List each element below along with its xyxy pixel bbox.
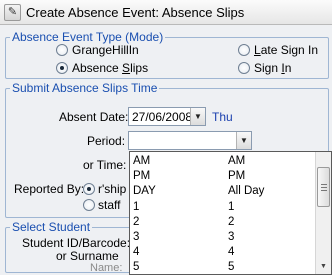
radio-grangehillin-label: GrangeHillIn [72,43,139,57]
radio-reported-staff[interactable] [83,199,95,211]
period-option[interactable]: AM AM [130,154,316,169]
period-option-code: 1 [133,200,140,213]
radio-late-sign-in[interactable] [238,44,250,56]
student-id-label-line2: or Surname [56,249,119,263]
period-option-code: 2 [133,215,140,228]
or-time-label: or Time: [83,158,127,172]
radio-reported-staff-label: staff [98,198,121,212]
radio-late-sign-in-label: Late Sign In [254,43,319,57]
period-option-description: 4 [228,246,235,259]
period-option-code: 4 [133,246,140,259]
period-option-code: DAY [133,185,156,198]
radio-reported-rship[interactable] [83,183,95,195]
absent-day: Thu [212,110,233,124]
period-combobox[interactable]: ▼ [128,131,252,150]
period-option-description: 3 [228,231,235,243]
event-type-legend: Absence Event Type (Mode) [10,30,166,44]
radio-sign-in-label: Sign In [254,61,292,75]
student-name-label: Name: [90,262,123,274]
radio-grangehillin[interactable] [56,44,68,56]
period-dropdown-list[interactable]: AM AM PM PM DAY All Day 1 1 2 2 3 3 4 4 5 5 ▼ [129,151,332,275]
period-option[interactable]: 44 [130,245,316,260]
scrollbar-grip [321,190,327,191]
late-sign-in-rest: ate Sign In [260,43,319,57]
period-option-code: 5 [133,261,140,274]
absent-date-field[interactable]: 27/06/2008 ▼ [128,107,206,126]
dropdown-scrollbar[interactable]: ▼ [315,152,331,274]
period-option-code: AM [133,155,151,167]
scroll-down-arrow-icon[interactable]: ▼ [318,262,329,272]
period-option-description: AM [228,155,246,167]
period-label: Period: [87,134,126,148]
absent-date-label: Absent Date: [59,110,129,124]
scrollbar-thumb[interactable] [317,167,330,207]
period-option[interactable]: 11 [130,200,316,215]
scrollbar-grip [321,184,327,185]
radio-reported-rship-label: r'ship [98,182,127,196]
student-id-label-line1: Student ID/Barcode: [22,236,131,250]
scrollbar-grip [321,187,327,188]
period-option-description: PM [228,170,246,183]
app-icon: ✎ [4,4,21,21]
radio-absence-slips[interactable] [56,62,68,74]
period-option-code: 3 [133,231,140,243]
period-option[interactable]: 22 [130,215,316,230]
period-dropdown-button[interactable]: ▼ [236,132,251,149]
period-option-description: 2 [228,215,235,228]
period-option[interactable]: DAY All Day [130,184,316,199]
radio-absence-slips-label: Absence Slips [72,61,149,75]
date-dropdown-button[interactable]: ▼ [190,108,205,125]
period-option[interactable]: PM PM [130,169,316,184]
period-option-description: 5 [228,261,235,274]
title-bar[interactable]: ✎ Create Absence Event: Absence Slips [0,0,332,25]
period-option-description: 1 [228,200,235,213]
absent-date-value: 27/06/2008 [132,110,193,124]
radio-sign-in[interactable] [238,62,250,74]
period-option-code: PM [133,170,151,183]
reported-by-label: Reported By: [14,182,85,196]
submit-time-legend: Submit Absence Slips Time [10,81,160,95]
period-option[interactable]: 33 [130,230,316,245]
period-option-description: All Day [228,185,265,198]
window-title: Create Absence Event: Absence Slips [26,5,245,20]
period-option[interactable]: 55 [130,260,316,274]
select-student-legend: Select Student [10,220,93,234]
